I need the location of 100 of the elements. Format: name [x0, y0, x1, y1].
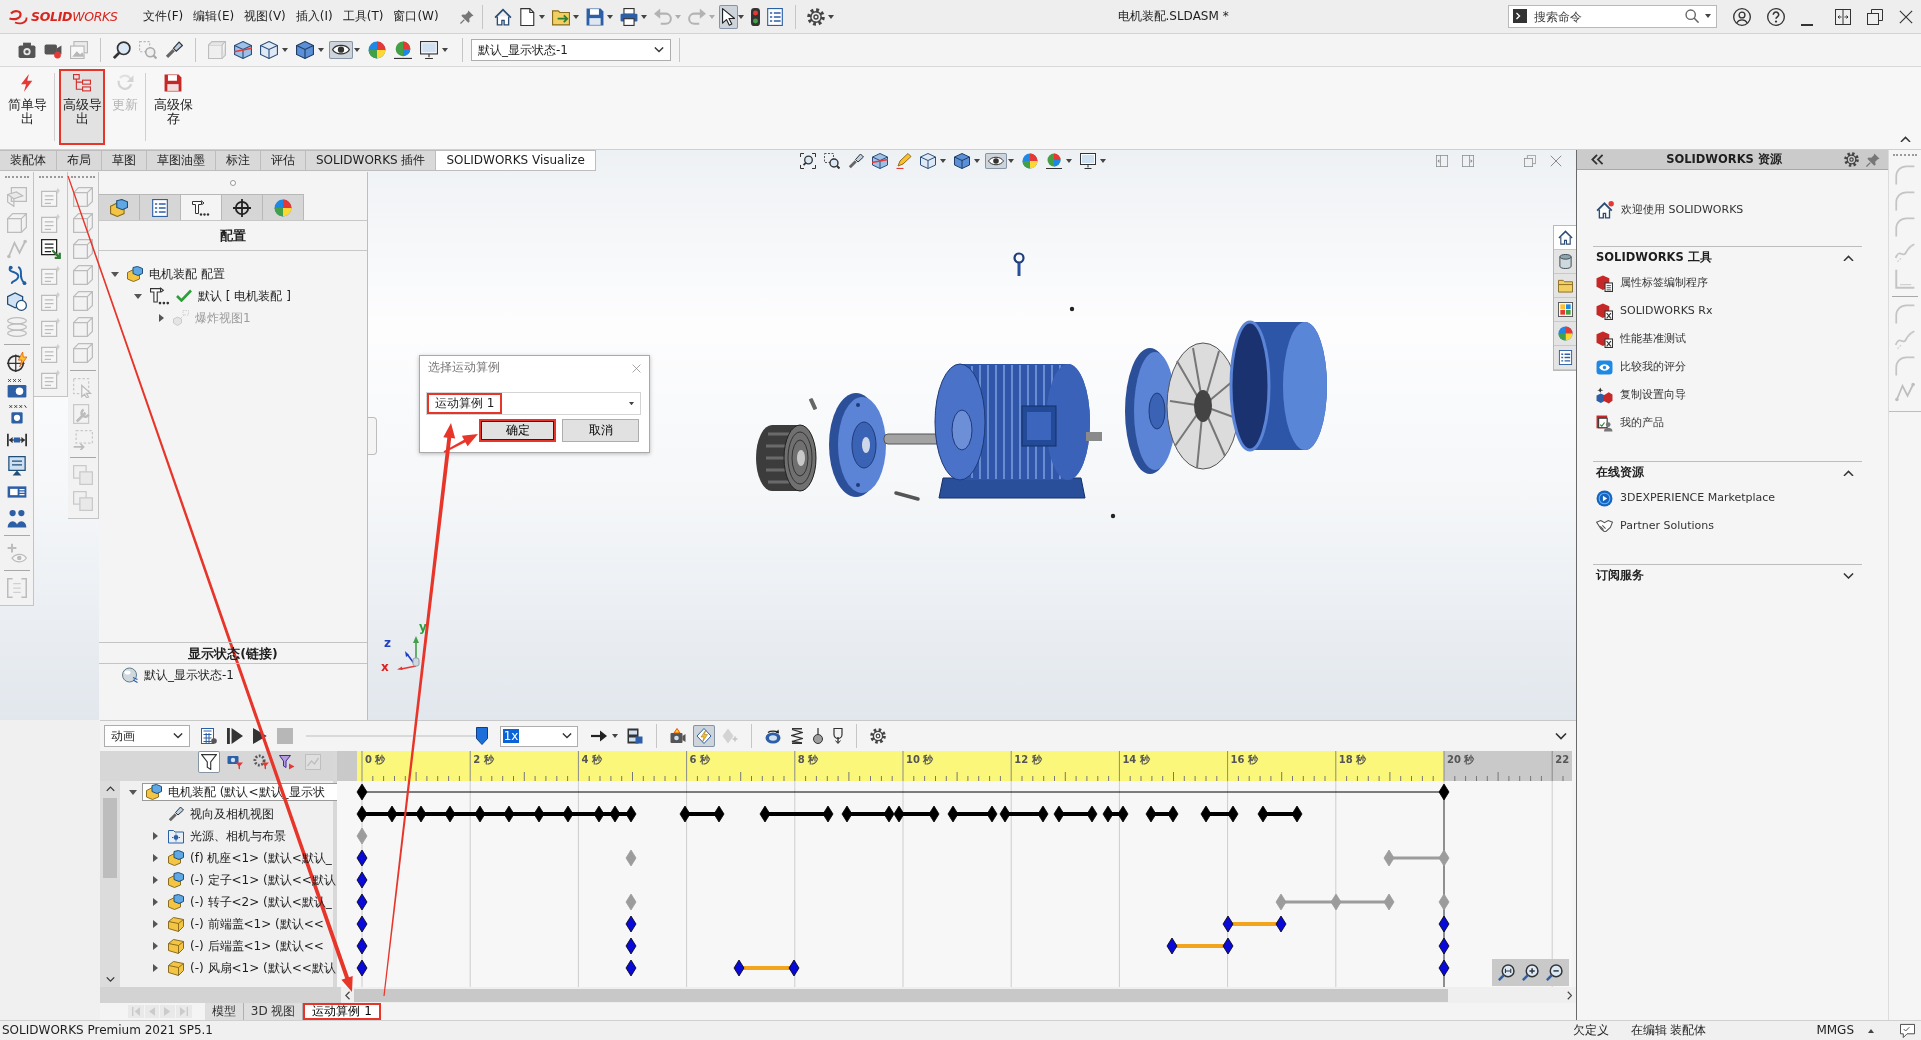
keyframe-track[interactable]	[356, 805, 1303, 823]
zoom-out-icon[interactable]	[1546, 964, 1563, 982]
expand-arrow-icon[interactable]	[158, 314, 164, 322]
note-arrow-icon[interactable]	[40, 239, 61, 259]
note-icon[interactable]	[6, 456, 27, 476]
user-icon[interactable]	[1733, 7, 1751, 26]
resource-link[interactable]: 复制设置向导	[1596, 386, 1686, 404]
resource-link[interactable]: 我的产品	[1596, 414, 1664, 432]
cursor-icon[interactable]	[718, 4, 739, 29]
expand-arrow-icon[interactable]	[134, 293, 142, 299]
panel-tab[interactable]	[181, 194, 222, 220]
resource-link[interactable]: Partner Solutions	[1596, 519, 1714, 533]
double-chevron-icon[interactable]	[1591, 153, 1604, 166]
rotation-icon[interactable]	[764, 728, 781, 745]
film-icon[interactable]	[626, 728, 643, 745]
ribbon-button[interactable]: 高级导出	[59, 69, 105, 145]
pendulum-icon[interactable]	[812, 728, 823, 745]
eye-icon[interactable]	[329, 41, 353, 59]
play-from-start-icon[interactable]	[227, 728, 243, 745]
help-icon[interactable]	[1767, 7, 1785, 26]
caret-icon[interactable]	[442, 48, 448, 52]
keyframe-track[interactable]	[356, 849, 1450, 867]
list-icon[interactable]	[766, 7, 785, 26]
menu-item[interactable]: 插入(I)	[290, 9, 338, 24]
cube-icon[interactable]	[920, 153, 936, 169]
camera-icon[interactable]	[18, 41, 36, 59]
section-cube-icon[interactable]	[872, 153, 888, 169]
pane-tab[interactable]	[1554, 226, 1576, 250]
expand-arrow-icon[interactable]	[152, 920, 158, 929]
scene-ball-icon[interactable]	[1046, 153, 1062, 169]
monitor-icon[interactable]	[420, 41, 438, 59]
command-tab[interactable]: 布局	[57, 150, 102, 171]
chevron-down-icon[interactable]	[105, 977, 115, 983]
color-ball-icon[interactable]	[1022, 153, 1038, 169]
tree-item[interactable]: (-) 风扇<1> (默认<<默认	[164, 959, 339, 978]
caret-icon[interactable]	[606, 14, 613, 19]
speed-dropdown[interactable]: 1x	[499, 725, 578, 747]
chevron-left-icon[interactable]	[345, 990, 351, 1000]
home-icon[interactable]	[493, 7, 512, 26]
expand-arrow-icon[interactable]	[129, 789, 137, 795]
scene-ball-icon[interactable]	[394, 41, 412, 59]
resource-link[interactable]: 3DEXPERIENCE Marketplace	[1596, 489, 1776, 507]
menu-item[interactable]: 视图(V)	[239, 9, 291, 24]
pin-icon[interactable]	[1866, 152, 1880, 167]
document-tab[interactable]: 3D 视图	[243, 1003, 304, 1020]
camera-filter-icon[interactable]	[227, 754, 243, 771]
chevron-up-icon[interactable]	[1900, 135, 1911, 142]
command-tab[interactable]: 评估	[261, 150, 306, 171]
eye-icon[interactable]	[985, 153, 1007, 169]
chevron-right-icon[interactable]	[1566, 990, 1572, 1000]
welcome-link[interactable]: 欢迎使用 SOLIDWORKS	[1596, 200, 1744, 220]
expand-arrow-icon[interactable]	[152, 964, 158, 973]
chevron-down-icon[interactable]	[1843, 572, 1854, 580]
zoom-area-icon[interactable]	[824, 153, 840, 169]
document-tab[interactable]: 运动算例 1	[303, 1003, 381, 1020]
menu-item[interactable]: 窗口(W)	[388, 9, 444, 24]
page-icon[interactable]	[517, 7, 536, 26]
zoom-fit-icon[interactable]	[1498, 964, 1515, 982]
minimize-icon[interactable]	[1801, 23, 1813, 26]
tree-item[interactable]: 电机装配 配置	[124, 265, 228, 283]
settings-icon[interactable]	[869, 728, 886, 745]
expand-arrow-icon[interactable]	[152, 876, 158, 885]
command-tab[interactable]: SOLIDWORKS 插件	[306, 150, 437, 171]
units-label[interactable]: MMGS	[1816, 1023, 1854, 1038]
cube-circle-icon[interactable]	[6, 291, 27, 311]
split-window-icon[interactable]	[1835, 8, 1851, 25]
cube-icon[interactable]	[296, 41, 314, 59]
calculator-icon[interactable]	[201, 728, 217, 745]
menu-item[interactable]: 编辑(E)	[188, 9, 240, 24]
panel-tab[interactable]	[140, 194, 181, 220]
spring-icon[interactable]	[790, 728, 803, 745]
scrollbar-thumb[interactable]	[354, 988, 1449, 1002]
caret-icon[interactable]	[1100, 159, 1106, 163]
expand-arrow-icon[interactable]	[111, 271, 119, 277]
pin-icon[interactable]	[459, 9, 474, 24]
split-pane-icon[interactable]	[1436, 155, 1448, 167]
settings-icon[interactable]	[807, 7, 826, 26]
caret-icon[interactable]	[1008, 159, 1014, 163]
cube-icon[interactable]	[954, 153, 970, 169]
zoom-in-icon[interactable]	[1522, 964, 1539, 982]
chevron-up-icon[interactable]	[1843, 254, 1854, 262]
resource-link[interactable]: 比较我的评分	[1596, 358, 1686, 376]
resource-link[interactable]: 属性标签编制程序	[1596, 274, 1708, 292]
dialog-button[interactable]: 取消	[562, 419, 639, 442]
filter-icon[interactable]	[279, 754, 295, 771]
tree-item[interactable]: (-) 前端盖<1> (默认<<	[164, 915, 327, 934]
target-lightning-icon[interactable]	[6, 352, 27, 372]
ribbon-button[interactable]: 简单导出	[4, 69, 50, 145]
expand-arrow-icon[interactable]	[152, 854, 158, 863]
folder-icon[interactable]	[551, 7, 570, 26]
speech-bubble-icon[interactable]	[1900, 1023, 1915, 1038]
close-icon[interactable]	[1899, 9, 1913, 24]
expand-arrow-icon[interactable]	[152, 942, 158, 951]
pencil-icon[interactable]	[896, 153, 912, 169]
keyframe-track[interactable]	[356, 827, 368, 845]
zoom-fit-icon[interactable]	[800, 153, 816, 169]
menu-item[interactable]: 工具(T)	[337, 9, 389, 24]
monitor-icon[interactable]	[1080, 153, 1096, 169]
video-camera-icon[interactable]	[44, 41, 62, 59]
keyframe-track[interactable]	[356, 915, 1450, 933]
